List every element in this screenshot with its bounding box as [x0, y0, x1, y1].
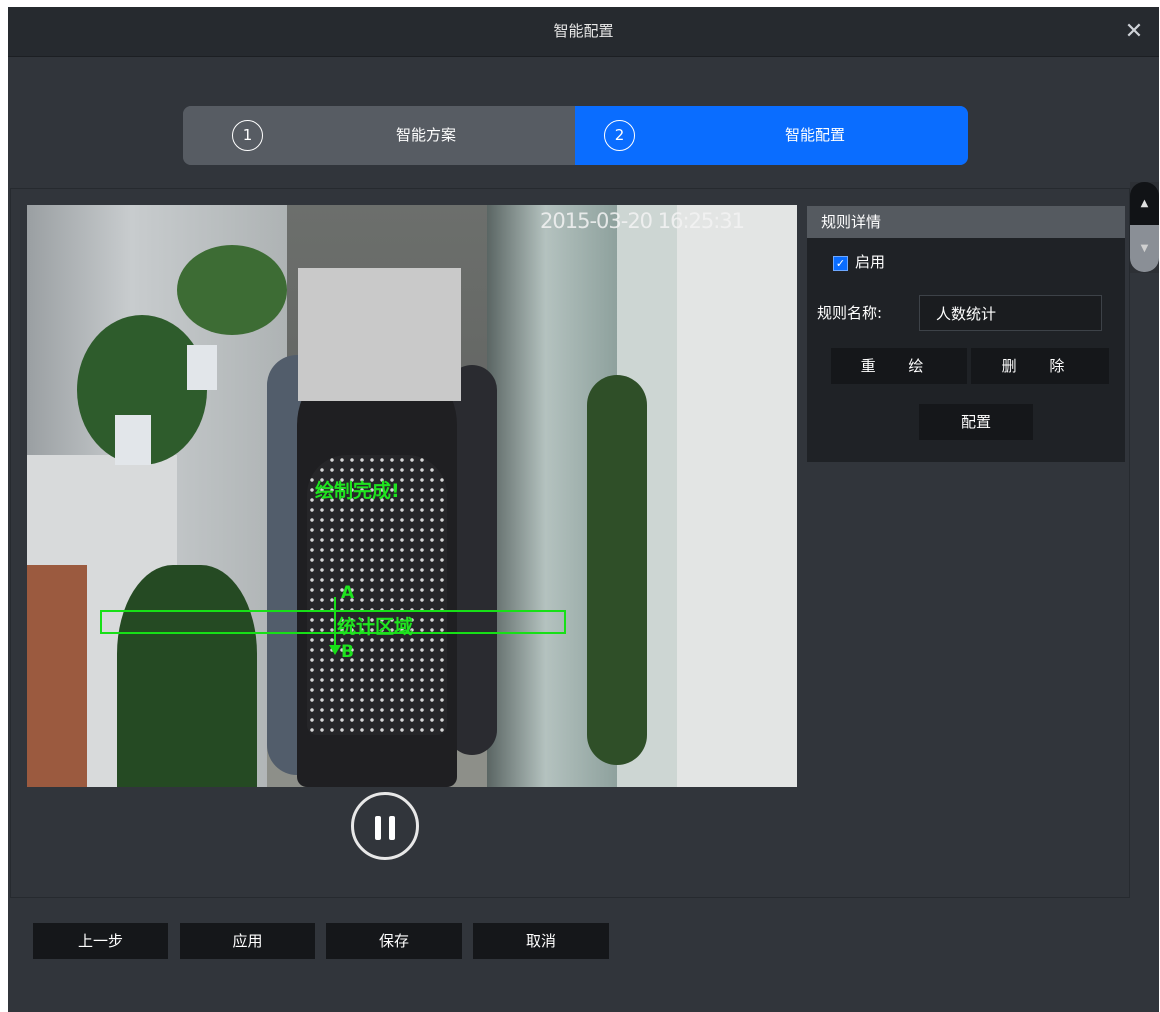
enable-label: 启用	[855, 253, 886, 271]
direction-label-b: B	[341, 642, 354, 662]
apply-button[interactable]: 应用	[180, 923, 315, 959]
step-label-smart-config: 智能配置	[785, 126, 846, 144]
pause-icon	[389, 816, 395, 840]
video-plant	[587, 375, 647, 765]
counting-area-label: 统计区域	[337, 616, 414, 638]
privacy-mask	[298, 268, 461, 401]
redraw-button[interactable]: 重 绘	[831, 348, 967, 384]
rule-name-label: 规则名称:	[817, 304, 883, 322]
direction-arrow-line	[334, 597, 336, 651]
previous-step-button[interactable]: 上一步	[33, 923, 168, 959]
cancel-button[interactable]: 取消	[473, 923, 609, 959]
config-content-area: 2015-03-20 16:25:31 绘制完成! A B 统计区域 规则详情 …	[10, 188, 1130, 898]
save-button[interactable]: 保存	[326, 923, 462, 959]
counting-area-box[interactable]	[100, 610, 566, 634]
scrollbar[interactable]: ▲ ▼	[1130, 182, 1159, 273]
video-preview[interactable]: 2015-03-20 16:25:31 绘制完成! A B 统计区域	[27, 205, 797, 787]
delete-button[interactable]: 删 除	[971, 348, 1109, 384]
rule-details-panel: 规则详情 ✓ 启用 规则名称: 人数统计 重 绘 删 除 配置	[807, 206, 1125, 462]
video-timestamp: 2015-03-20 16:25:31	[540, 209, 745, 233]
config-button[interactable]: 配置	[919, 404, 1033, 440]
step-smart-config[interactable]: 2 智能配置	[575, 106, 968, 165]
step-number-1: 1	[232, 120, 263, 151]
direction-label-a: A	[341, 583, 355, 603]
rule-name-input[interactable]: 人数统计	[919, 295, 1102, 331]
dialog-title: 智能配置	[553, 22, 614, 40]
step-indicator: 1 智能方案 2 智能配置	[183, 106, 968, 165]
smart-config-dialog: 智能配置 ✕ 1 智能方案 2 智能配置 2015-03-20 16:25:31…	[8, 7, 1159, 1012]
enable-checkbox[interactable]: ✓	[833, 256, 848, 271]
video-plant-pot	[115, 415, 151, 465]
direction-arrow-icon	[329, 645, 341, 655]
scroll-up-icon[interactable]: ▲	[1130, 182, 1159, 225]
pause-icon	[375, 816, 381, 840]
video-white-wall	[677, 205, 797, 787]
draw-complete-message: 绘制完成!	[315, 480, 400, 502]
close-icon[interactable]: ✕	[1117, 15, 1151, 49]
video-plant	[177, 245, 287, 335]
step-label-smart-plan: 智能方案	[396, 126, 457, 144]
video-plant	[117, 565, 257, 787]
pause-button[interactable]	[351, 792, 419, 860]
step-number-2: 2	[604, 120, 635, 151]
video-plant-pot	[187, 345, 217, 390]
rule-details-title: 规则详情	[807, 206, 1125, 238]
title-bar: 智能配置 ✕	[8, 7, 1159, 57]
scroll-down-icon[interactable]: ▼	[1130, 225, 1159, 272]
step-smart-plan[interactable]: 1 智能方案	[183, 106, 575, 165]
video-cubicle-panel	[27, 565, 87, 787]
